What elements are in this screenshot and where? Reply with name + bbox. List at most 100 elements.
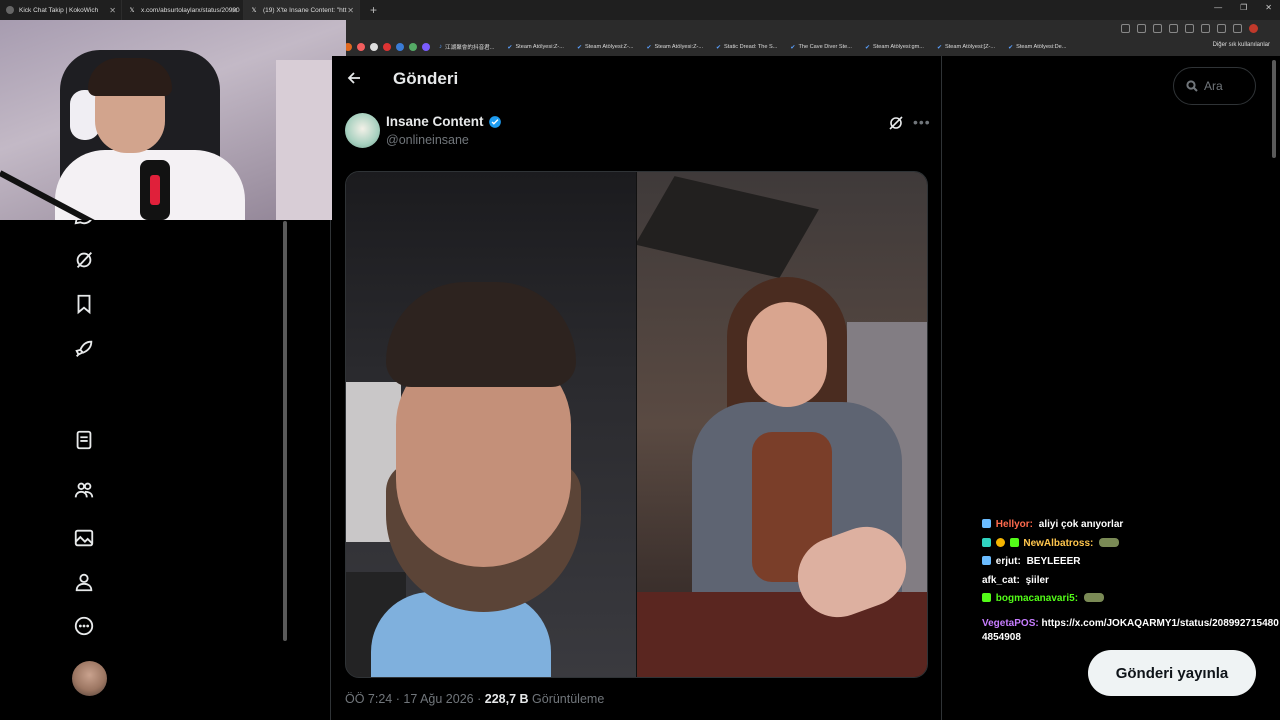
profile-icon[interactable] xyxy=(1249,24,1258,33)
bookmark-item[interactable]: ✔ Steam Atölyesi:Z-... xyxy=(646,44,703,51)
x-logo-icon: 𝕏 xyxy=(251,7,257,14)
browser-tab-bar: Kick Chat Takip | KokoWich ✕ 𝕏 x.com/abs… xyxy=(0,0,1280,20)
new-tab-button[interactable]: + xyxy=(370,3,377,17)
bookmark-item[interactable]: ✔ Steam Atölyesi:De... xyxy=(1008,44,1066,51)
more-options-icon[interactable]: ••• xyxy=(913,114,931,130)
video-left-panel xyxy=(346,172,636,677)
bookmark-item[interactable]: ✔ Steam Atölyesi:gm... xyxy=(865,44,924,51)
author-name-row[interactable]: Insane Content xyxy=(386,114,502,129)
chat-message: erjut: BEYLEEER xyxy=(982,553,1278,572)
scrollbar[interactable] xyxy=(1272,60,1276,158)
rocket-icon xyxy=(75,340,93,357)
back-arrow-icon[interactable] xyxy=(346,70,362,86)
bookmark-item[interactable]: ✔ Steam Atölyesi:Z-... xyxy=(507,44,564,51)
close-window-icon[interactable]: ✕ xyxy=(1265,3,1272,12)
stream-chat-overlay: Hellyor: aliyi çok anıyorlar NewAlbatros… xyxy=(982,516,1279,645)
video-face xyxy=(747,302,827,407)
profile-icon xyxy=(75,573,93,592)
tab-label: x.com/absurtolaylarx/status/20900 xyxy=(141,6,240,14)
close-icon[interactable]: ✕ xyxy=(109,6,116,15)
star-icon[interactable] xyxy=(1169,24,1178,33)
toolbar-icons xyxy=(1121,24,1258,33)
nav-lists[interactable] xyxy=(70,426,98,454)
nav-grok[interactable] xyxy=(70,246,98,274)
bookmark-icon[interactable] xyxy=(396,43,404,51)
chat-message: bogmacanavari5: xyxy=(982,590,1278,609)
chat-message: afk_cat: şiiler xyxy=(982,574,1049,586)
browser-tab[interactable]: 𝕏 x.com/absurtolaylarx/status/20900 ✕ xyxy=(122,0,244,20)
other-bookmarks-folder[interactable]: Diğer sık kullanılanlar xyxy=(1213,42,1270,48)
author-avatar[interactable] xyxy=(345,113,380,148)
webcam-hair xyxy=(88,58,172,96)
bookmark-item[interactable]: ✔ Steam Atölyesi:Z-... xyxy=(577,44,634,51)
nav-jobs[interactable] xyxy=(70,335,98,363)
steam-icon: ✔ xyxy=(716,44,722,51)
refresh-icon[interactable] xyxy=(1217,24,1226,33)
collections-icon[interactable] xyxy=(1201,24,1210,33)
tweet-time[interactable]: ÖÖ 7:24 xyxy=(345,692,392,706)
tiktok-icon: ♪ xyxy=(439,44,442,50)
emote-icon xyxy=(1099,537,1120,547)
reader-icon[interactable] xyxy=(1153,24,1162,33)
minimize-icon[interactable]: — xyxy=(1214,3,1222,12)
video-ceiling xyxy=(637,176,819,278)
browser-tab[interactable]: Kick Chat Takip | KokoWich ✕ xyxy=(0,0,122,20)
chat-badge-icon xyxy=(982,537,991,547)
post-button[interactable]: Gönderi yayınla xyxy=(1088,650,1256,696)
steam-icon: ✔ xyxy=(507,44,513,51)
video-table xyxy=(637,592,927,677)
avatar[interactable] xyxy=(72,661,107,696)
chat-badge-icon xyxy=(1009,537,1019,547)
author-handle[interactable]: @onlineinsane xyxy=(386,133,469,147)
screen: Kick Chat Takip | KokoWich ✕ 𝕏 x.com/abs… xyxy=(0,0,1280,720)
steam-icon: ✔ xyxy=(576,44,582,51)
bookmark-icon[interactable] xyxy=(409,43,417,51)
grok-icon[interactable] xyxy=(888,115,904,131)
zoom-icon[interactable] xyxy=(1137,24,1146,33)
video-right-panel xyxy=(637,172,927,677)
main-column: Gönderi Insane Content @onlineinsane ••• xyxy=(332,56,942,720)
steam-icon: ✔ xyxy=(646,44,652,51)
scrollbar[interactable] xyxy=(283,221,287,641)
chat-message-continuation: 4854908 xyxy=(982,631,1021,643)
close-icon[interactable]: ✕ xyxy=(231,6,238,15)
settings-icon[interactable] xyxy=(1233,24,1242,33)
nav-more[interactable] xyxy=(70,612,98,640)
bookmark-item[interactable]: ♪ 江湖聚會的抖音君... xyxy=(439,43,494,51)
bookmark-icon[interactable] xyxy=(383,43,391,51)
page-title: Gönderi xyxy=(393,69,459,88)
chat-message: Hellyor: aliyi çok anıyorlar xyxy=(982,516,1278,535)
author-name: Insane Content xyxy=(386,114,484,129)
steam-icon: ✔ xyxy=(790,44,796,51)
bookmark-item[interactable]: ✔ The Cave Diver Ste... xyxy=(790,44,852,51)
restore-icon[interactable]: ❐ xyxy=(1240,3,1247,12)
bookmark-icon[interactable] xyxy=(357,43,365,51)
webcam-mic-light xyxy=(150,175,160,205)
nav-bookmarks[interactable] xyxy=(70,290,98,318)
emote-icon xyxy=(1083,593,1104,602)
close-icon[interactable]: ✕ xyxy=(347,6,354,15)
tweet-video[interactable] xyxy=(345,171,928,678)
search-input[interactable]: Ara xyxy=(1173,67,1256,105)
bookmark-item[interactable]: ✔ Steam Atölyesi:[Z-... xyxy=(937,44,995,51)
nav-communities[interactable] xyxy=(70,476,98,504)
window-controls: — ❐ ✕ xyxy=(1214,3,1272,12)
extension-icon[interactable] xyxy=(1121,24,1130,33)
nav-profile[interactable] xyxy=(70,568,98,596)
webcam-overlay xyxy=(0,20,346,220)
split-icon[interactable] xyxy=(1185,24,1194,33)
steam-icon: ✔ xyxy=(936,44,942,51)
image-icon xyxy=(74,529,94,547)
chat-badge-icon xyxy=(982,519,991,528)
tab-label: Kick Chat Takip | KokoWich xyxy=(19,6,99,14)
bookmark-item[interactable]: ✔ Static Dread: The S... xyxy=(716,44,777,51)
views-label: Görüntüleme xyxy=(532,692,605,706)
nav-media[interactable] xyxy=(70,524,98,552)
verified-badge-icon xyxy=(488,115,501,128)
bookmark-icon[interactable] xyxy=(422,43,430,51)
tweet-date[interactable]: 17 Ağu 2026 xyxy=(403,692,473,706)
bookmark-icon[interactable] xyxy=(370,43,378,51)
browser-tab-active[interactable]: 𝕏 (19) X'te Insane Content: "htt ✕ xyxy=(244,0,360,20)
globe-icon xyxy=(6,6,14,14)
chat-badge-icon xyxy=(995,537,1005,547)
